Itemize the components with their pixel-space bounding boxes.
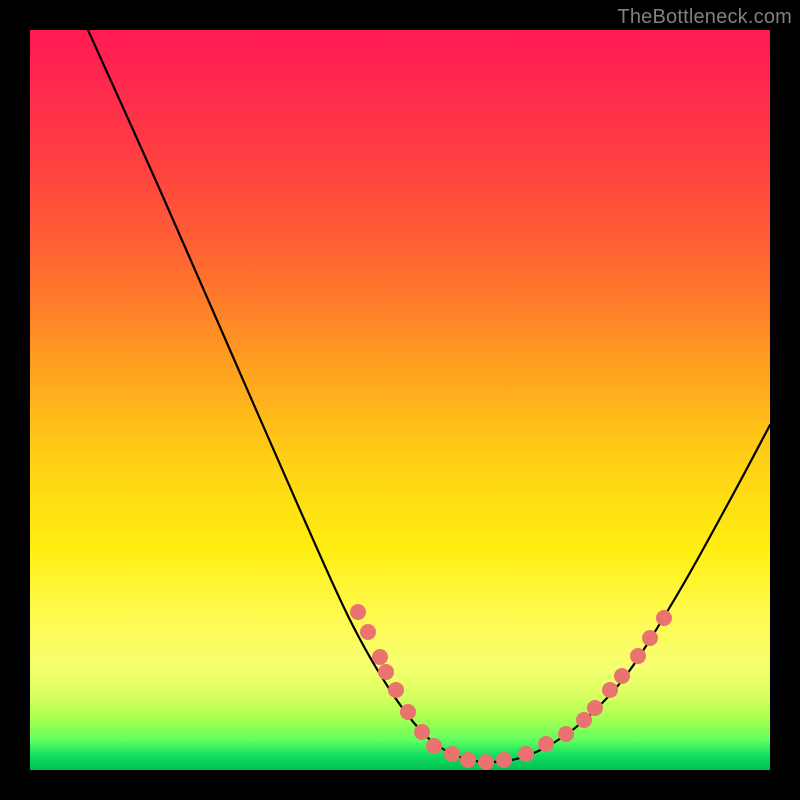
curve-marker-dot — [388, 682, 404, 698]
curve-marker-dot — [538, 736, 554, 752]
curve-marker-dot — [460, 752, 476, 768]
curve-marker-dot — [576, 712, 592, 728]
curve-marker-dot — [587, 700, 603, 716]
curve-marker-dot — [496, 752, 512, 768]
curve-marker-dot — [656, 610, 672, 626]
curve-marker-dot — [378, 664, 394, 680]
bottleneck-curve-markers — [350, 604, 672, 770]
plot-area — [30, 30, 770, 770]
curve-marker-dot — [350, 604, 366, 620]
chart-overlay-svg — [30, 30, 770, 770]
curve-marker-dot — [444, 746, 460, 762]
curve-marker-dot — [614, 668, 630, 684]
curve-marker-dot — [400, 704, 416, 720]
curve-marker-dot — [642, 630, 658, 646]
curve-marker-dot — [426, 738, 442, 754]
curve-marker-dot — [518, 746, 534, 762]
curve-marker-dot — [360, 624, 376, 640]
curve-marker-dot — [478, 754, 494, 770]
curve-marker-dot — [602, 682, 618, 698]
watermark-text: TheBottleneck.com — [617, 6, 792, 29]
curve-marker-dot — [414, 724, 430, 740]
curve-marker-dot — [372, 649, 388, 665]
bottleneck-curve — [88, 30, 770, 762]
curve-marker-dot — [630, 648, 646, 664]
chart-stage: TheBottleneck.com — [0, 0, 800, 800]
curve-marker-dot — [558, 726, 574, 742]
